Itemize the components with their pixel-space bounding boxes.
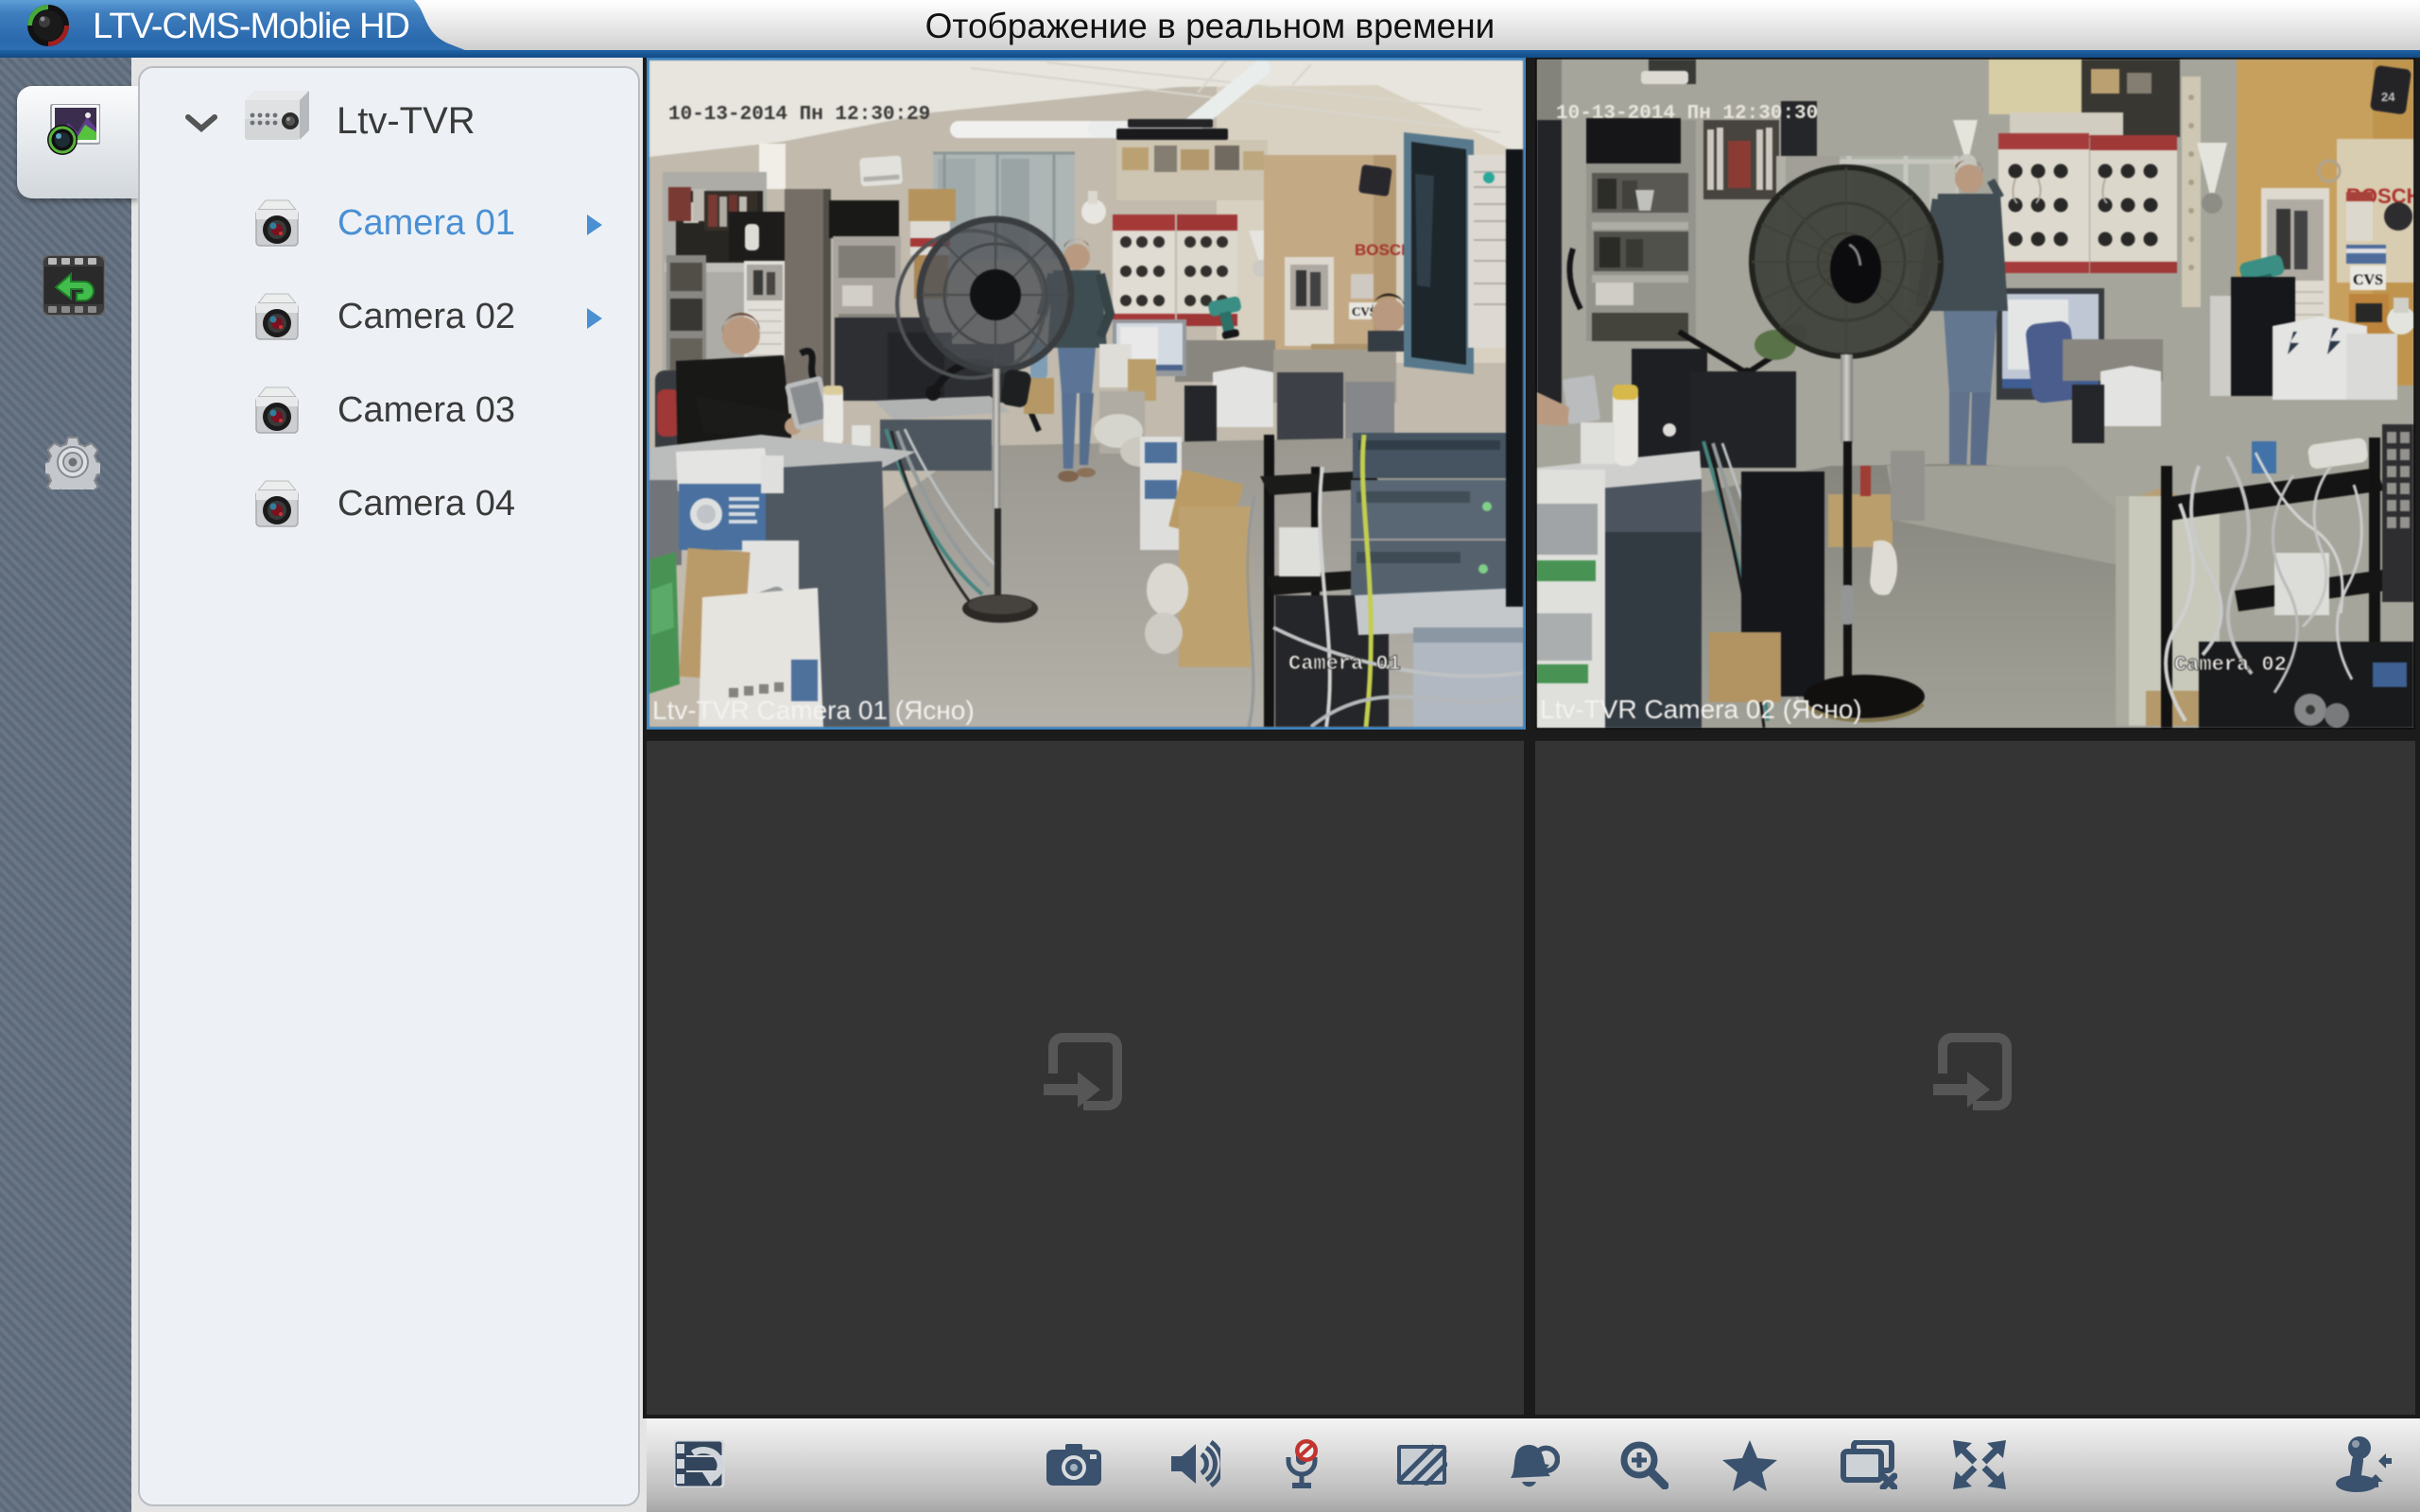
svg-text:Ltv-TVR Camera 02 (Ясно): Ltv-TVR Camera 02 (Ясно) bbox=[1540, 695, 1862, 724]
svg-text:Ltv-TVR Camera 01 (Ясно): Ltv-TVR Camera 01 (Ясно) bbox=[652, 696, 975, 725]
svg-text:10-13-2014 Пн 12:30:30: 10-13-2014 Пн 12:30:30 bbox=[1556, 103, 1818, 125]
svg-text:Camera 02: Camera 02 bbox=[2174, 653, 2287, 677]
svg-text:10-13-2014 Пн 12:30:29: 10-13-2014 Пн 12:30:29 bbox=[668, 104, 930, 126]
svg-text:Camera 01: Camera 01 bbox=[1288, 652, 1401, 676]
svg-text:CVS: CVS bbox=[2353, 272, 2383, 288]
svg-text:24: 24 bbox=[2381, 90, 2395, 104]
